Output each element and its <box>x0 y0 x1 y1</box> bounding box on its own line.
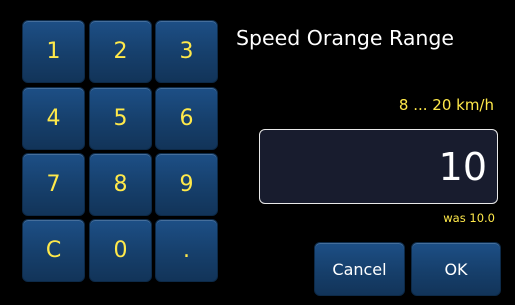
key-0[interactable]: 0 <box>89 219 152 282</box>
numeric-keypad: 1 2 3 4 5 6 7 8 9 C 0 . <box>22 20 218 282</box>
key-1[interactable]: 1 <box>22 20 85 83</box>
value-input-text: 10 <box>438 144 487 189</box>
key-2[interactable]: 2 <box>89 20 152 83</box>
dialog-title: Speed Orange Range <box>236 26 455 50</box>
key-5[interactable]: 5 <box>89 87 152 150</box>
key-8[interactable]: 8 <box>89 153 152 216</box>
key-3[interactable]: 3 <box>155 20 218 83</box>
cancel-button[interactable]: Cancel <box>314 242 405 296</box>
ok-button[interactable]: OK <box>411 242 501 296</box>
key-9[interactable]: 9 <box>155 153 218 216</box>
allowed-range-label: 8 ... 20 km/h <box>398 96 494 114</box>
key-4[interactable]: 4 <box>22 87 85 150</box>
value-input-field[interactable]: 10 <box>259 129 498 204</box>
key-7[interactable]: 7 <box>22 153 85 216</box>
key-6[interactable]: 6 <box>155 87 218 150</box>
key-clear[interactable]: C <box>22 219 85 282</box>
key-decimal-point[interactable]: . <box>155 219 218 282</box>
previous-value-label: was 10.0 <box>443 211 495 225</box>
